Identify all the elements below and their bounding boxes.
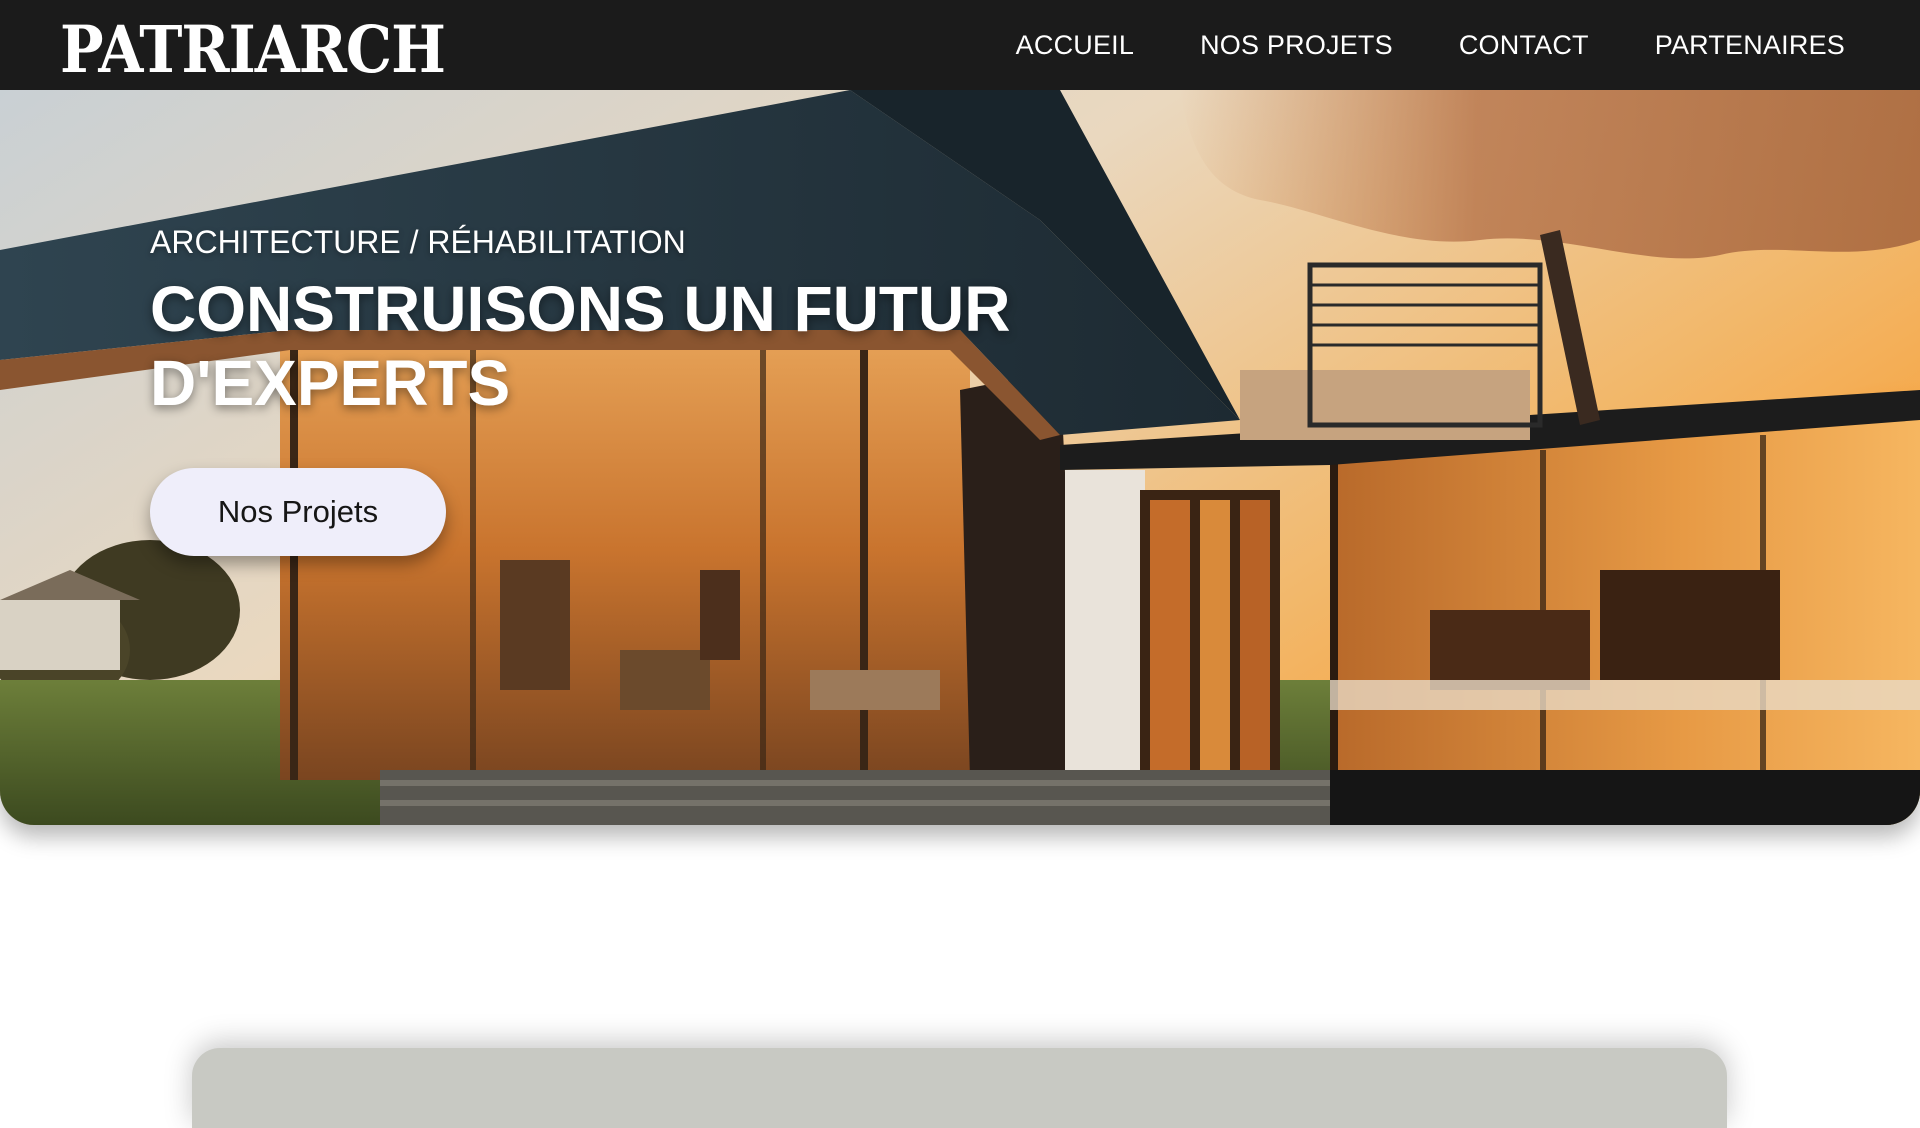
nos-projets-button[interactable]: Nos Projets	[150, 468, 446, 556]
site-logo[interactable]: PATRIARCH	[60, 14, 446, 86]
hero-banner: ARCHITECTURE / RÉHABILITATION CONSTRUISO…	[0, 90, 1920, 825]
nav-link-accueil[interactable]: ACCUEIL	[1016, 30, 1134, 61]
nav-link-contact[interactable]: CONTACT	[1459, 30, 1589, 61]
hero-house-image	[0, 90, 1920, 825]
nav-link-nos-projets[interactable]: NOS PROJETS	[1200, 30, 1393, 61]
main-nav: ACCUEIL NOS PROJETS CONTACT PARTENAIRES	[1016, 0, 1845, 90]
hero-eyebrow: ARCHITECTURE / RÉHABILITATION	[150, 224, 686, 260]
nav-link-partenaires[interactable]: PARTENAIRES	[1655, 30, 1845, 61]
content-card	[192, 1048, 1727, 1128]
hero-title: CONSTRUISONS UN FUTUR D'EXPERTS	[150, 273, 1011, 419]
site-header: PATRIARCH ACCUEIL NOS PROJETS CONTACT PA…	[0, 0, 1920, 90]
